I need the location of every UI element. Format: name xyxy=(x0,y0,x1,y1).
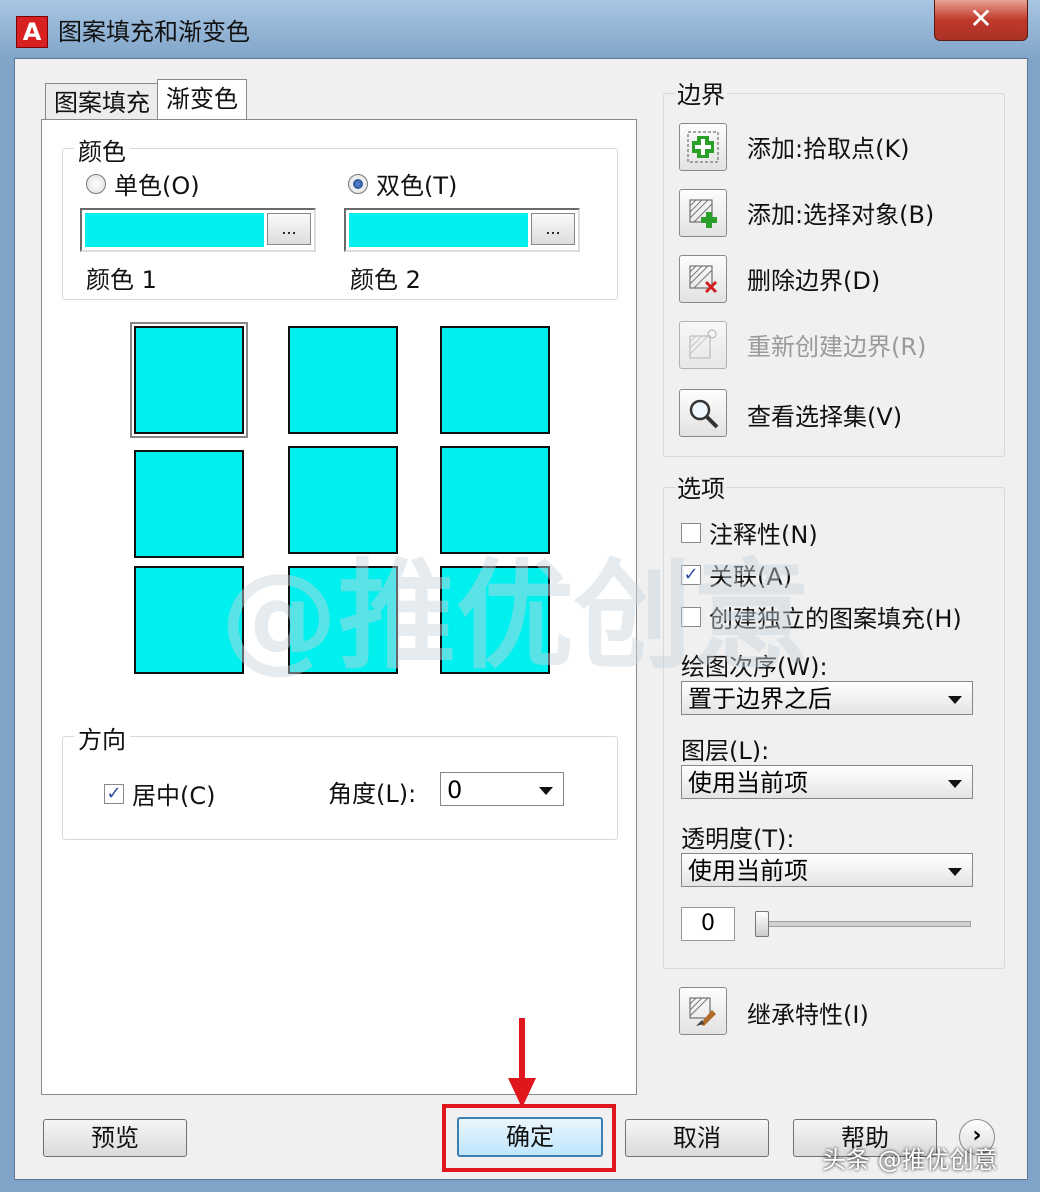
angle-dropdown[interactable]: 0 xyxy=(440,772,564,806)
centered-checkbox[interactable]: ✓ 居中(C) xyxy=(104,776,215,811)
transparency-value: 使用当前项 xyxy=(688,857,808,885)
add-select-objects-label: 添加:选择对象(B) xyxy=(747,201,935,229)
window-title: 图案填充和渐变色 xyxy=(58,18,250,46)
orientation-group-label: 方向 xyxy=(74,720,130,755)
magnifier-icon xyxy=(689,399,719,429)
gradient-tab-panel: 颜色 单色(O) 双色(T) ... ... 颜色 1 颜色 2 方向 ✓ 居中… xyxy=(41,119,637,1095)
inherit-properties-button[interactable] xyxy=(679,987,727,1035)
gradient-pattern-1[interactable] xyxy=(132,324,246,436)
separate-hatches-check-icon[interactable] xyxy=(681,606,701,627)
color2-swatch xyxy=(349,213,528,247)
gradient-pattern-7[interactable] xyxy=(134,566,244,674)
ok-highlight-box xyxy=(442,1104,616,1172)
boundaries-group-label: 边界 xyxy=(675,75,727,110)
recreate-boundary-label: 重新创建边界(R) xyxy=(747,333,927,361)
inherit-properties-label: 继承特性(I) xyxy=(747,1001,869,1029)
color1-browse-button[interactable]: ... xyxy=(267,213,311,245)
color1-label: 颜色 1 xyxy=(82,260,161,295)
draw-order-dropdown[interactable]: 置于边界之后 xyxy=(681,681,973,715)
remove-boundaries-label: 删除边界(D) xyxy=(747,267,881,295)
chevron-down-icon xyxy=(948,780,962,788)
red-arrow-icon xyxy=(508,1018,536,1108)
annotative-check-icon[interactable] xyxy=(681,522,701,543)
view-selections-label: 查看选择集(V) xyxy=(747,403,903,431)
transparency-dropdown[interactable]: 使用当前项 xyxy=(681,853,973,887)
chevron-down-icon xyxy=(948,696,962,704)
corner-watermark: 头条 @推优创意 xyxy=(822,1146,998,1174)
one-color-radio-icon[interactable] xyxy=(86,173,106,194)
dialog-window: A 图案填充和渐变色 ✕ 图案填充 渐变色 颜色 单色(O) 双色(T) ... xyxy=(0,0,1040,1192)
autocad-app-icon: A xyxy=(16,16,48,48)
transparency-number-input[interactable]: 0 xyxy=(681,907,735,941)
associative-check-icon[interactable]: ✓ xyxy=(681,564,701,585)
gradient-pattern-6[interactable] xyxy=(440,446,550,554)
gradient-pattern-8[interactable] xyxy=(288,566,398,674)
annotative-checkbox[interactable]: 注释性(N) xyxy=(681,515,818,550)
chevron-down-icon xyxy=(539,787,553,795)
paintbrush-icon xyxy=(689,997,716,1026)
add-select-objects-button[interactable] xyxy=(679,189,727,237)
color2-label: 颜色 2 xyxy=(346,260,425,295)
recreate-boundary-icon xyxy=(689,329,717,359)
preview-button[interactable]: 预览 xyxy=(43,1119,187,1157)
select-objects-icon xyxy=(689,199,717,228)
centered-label: 居中(C) xyxy=(132,782,216,810)
color-group-label: 颜色 xyxy=(74,132,130,167)
draw-order-value: 置于边界之后 xyxy=(688,685,832,713)
pick-points-icon xyxy=(687,131,719,163)
transparency-slider-track[interactable] xyxy=(755,921,971,927)
title-bar[interactable]: A 图案填充和渐变色 ✕ xyxy=(0,0,1040,58)
angle-value: 0 xyxy=(447,776,463,804)
centered-check-icon[interactable]: ✓ xyxy=(104,783,124,804)
angle-label: 角度(L): xyxy=(324,774,421,809)
close-button[interactable]: ✕ xyxy=(934,0,1028,41)
two-color-radio-icon[interactable] xyxy=(348,173,368,194)
remove-boundaries-icon xyxy=(689,265,718,294)
two-color-radio[interactable]: 双色(T) xyxy=(348,166,457,201)
one-color-label: 单色(O) xyxy=(114,172,200,200)
layer-label: 图层(L): xyxy=(679,731,772,766)
tab-gradient[interactable]: 渐变色 xyxy=(157,79,247,122)
color1-picker[interactable]: ... xyxy=(80,208,316,252)
associative-checkbox[interactable]: ✓ 关联(A) xyxy=(681,557,792,592)
dialog-client-area: 图案填充 渐变色 颜色 单色(O) 双色(T) ... ... 颜色 1 颜色 … xyxy=(14,58,1028,1180)
separate-hatches-checkbox[interactable]: 创建独立的图案填充(H) xyxy=(681,599,962,634)
remove-boundaries-button[interactable] xyxy=(679,255,727,303)
gradient-pattern-4[interactable] xyxy=(134,450,244,558)
gradient-pattern-9[interactable] xyxy=(440,566,550,674)
tab-hatch[interactable]: 图案填充 xyxy=(45,83,159,122)
add-pick-points-button[interactable] xyxy=(679,123,727,171)
layer-dropdown[interactable]: 使用当前项 xyxy=(681,765,973,799)
gradient-pattern-5[interactable] xyxy=(288,446,398,554)
color2-browse-button[interactable]: ... xyxy=(531,213,575,245)
annotative-label: 注释性(N) xyxy=(709,521,818,549)
options-group-label: 选项 xyxy=(675,469,727,504)
associative-label: 关联(A) xyxy=(709,563,793,591)
add-pick-points-label: 添加:拾取点(K) xyxy=(747,135,910,163)
color1-swatch xyxy=(85,213,264,247)
two-color-label: 双色(T) xyxy=(376,172,458,200)
draw-order-label: 绘图次序(W): xyxy=(679,647,830,682)
cancel-button[interactable]: 取消 xyxy=(625,1119,769,1157)
layer-value: 使用当前项 xyxy=(688,769,808,797)
view-selections-button[interactable] xyxy=(679,389,727,437)
separate-hatches-label: 创建独立的图案填充(H) xyxy=(709,605,962,633)
transparency-label: 透明度(T): xyxy=(679,819,797,854)
chevron-down-icon xyxy=(948,868,962,876)
gradient-pattern-3[interactable] xyxy=(440,326,550,434)
color2-picker[interactable]: ... xyxy=(344,208,580,252)
recreate-boundary-button[interactable] xyxy=(679,321,727,369)
gradient-pattern-2[interactable] xyxy=(288,326,398,434)
one-color-radio[interactable]: 单色(O) xyxy=(86,166,200,201)
transparency-slider-thumb[interactable] xyxy=(755,911,769,937)
